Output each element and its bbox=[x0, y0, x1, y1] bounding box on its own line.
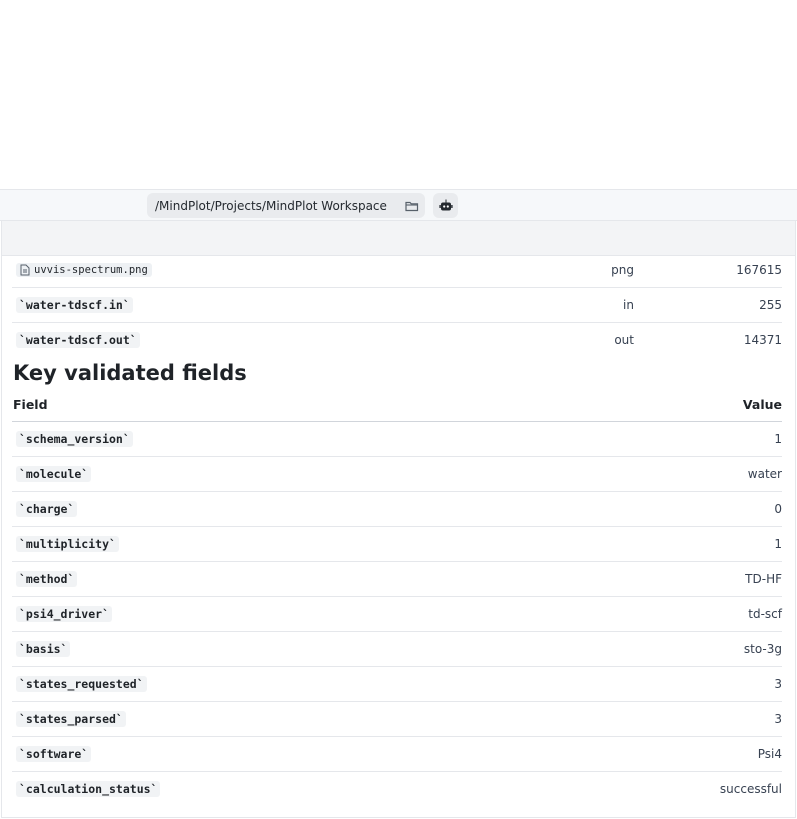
table-row: `molecule` water bbox=[12, 457, 782, 492]
table-row: `schema_version` 1 bbox=[12, 422, 782, 457]
field-value: td-scf bbox=[748, 607, 782, 621]
table-row: `charge` 0 bbox=[12, 492, 782, 527]
field-key: `calculation_status` bbox=[16, 781, 161, 797]
section-heading: Key validated fields bbox=[13, 361, 247, 385]
file-link[interactable]: uvvis-spectrum.png bbox=[16, 263, 152, 277]
table-row: `states_parsed` 3 bbox=[12, 702, 782, 737]
file-ext: out bbox=[614, 333, 634, 347]
field-value: 0 bbox=[774, 502, 782, 516]
file-name: `water-tdscf.out` bbox=[16, 332, 140, 348]
file-ext: in bbox=[623, 298, 634, 312]
field-key: `molecule` bbox=[16, 466, 92, 482]
field-key: `basis` bbox=[16, 641, 71, 657]
table-row: `multiplicity` 1 bbox=[12, 527, 782, 562]
field-key: `charge` bbox=[16, 501, 78, 517]
field-key: `method` bbox=[16, 571, 78, 587]
field-value: water bbox=[747, 467, 782, 481]
open-folder-icon[interactable] bbox=[399, 193, 425, 218]
file-name: uvvis-spectrum.png bbox=[34, 264, 148, 276]
workspace-path-text: /MindPlot/Projects/MindPlot Workspace bbox=[155, 198, 387, 213]
field-value: 3 bbox=[774, 712, 782, 726]
table-row: `states_requested` 3 bbox=[12, 667, 782, 702]
column-header-value: Value bbox=[742, 396, 782, 412]
workspace-path[interactable]: /MindPlot/Projects/MindPlot Workspace bbox=[147, 193, 425, 218]
field-key: `schema_version` bbox=[16, 431, 133, 447]
file-ext: png bbox=[611, 263, 634, 277]
field-value: 1 bbox=[774, 537, 782, 551]
field-value: TD-HF bbox=[745, 572, 782, 586]
field-key: `multiplicity` bbox=[16, 536, 119, 552]
toolbar: /MindPlot/Projects/MindPlot Workspace bbox=[0, 189, 797, 221]
file-size: 167615 bbox=[736, 263, 782, 277]
file-size: 14371 bbox=[743, 333, 782, 347]
field-key: `software` bbox=[16, 746, 92, 762]
column-header-field: Field bbox=[13, 396, 48, 412]
file-row: uvvis-spectrum.png png 167615 bbox=[12, 253, 782, 288]
file-name: `water-tdscf.in` bbox=[16, 297, 133, 313]
field-value: 3 bbox=[774, 677, 782, 691]
file-row: `water-tdscf.in` in 255 bbox=[12, 288, 782, 323]
field-value: 1 bbox=[774, 432, 782, 446]
field-key: `states_requested` bbox=[16, 676, 147, 692]
table-row: `psi4_driver` td-scf bbox=[12, 597, 782, 632]
assistant-bot-icon[interactable] bbox=[433, 193, 458, 218]
field-key: `psi4_driver` bbox=[16, 606, 113, 622]
file-size: 255 bbox=[759, 298, 782, 312]
field-value: sto-3g bbox=[743, 642, 782, 656]
fields-table-header: Field Value bbox=[12, 387, 782, 422]
panel-header-strip bbox=[2, 221, 795, 256]
table-row: `software` Psi4 bbox=[12, 737, 782, 772]
table-row: `calculation_status` successful bbox=[12, 772, 782, 807]
field-key: `states_parsed` bbox=[16, 711, 126, 727]
table-row: `method` TD-HF bbox=[12, 562, 782, 597]
file-row: `water-tdscf.out` out 14371 bbox=[12, 323, 782, 358]
field-value: Psi4 bbox=[757, 747, 782, 761]
table-row: `basis` sto-3g bbox=[12, 632, 782, 667]
file-icon bbox=[20, 264, 30, 276]
field-value: successful bbox=[719, 782, 782, 796]
